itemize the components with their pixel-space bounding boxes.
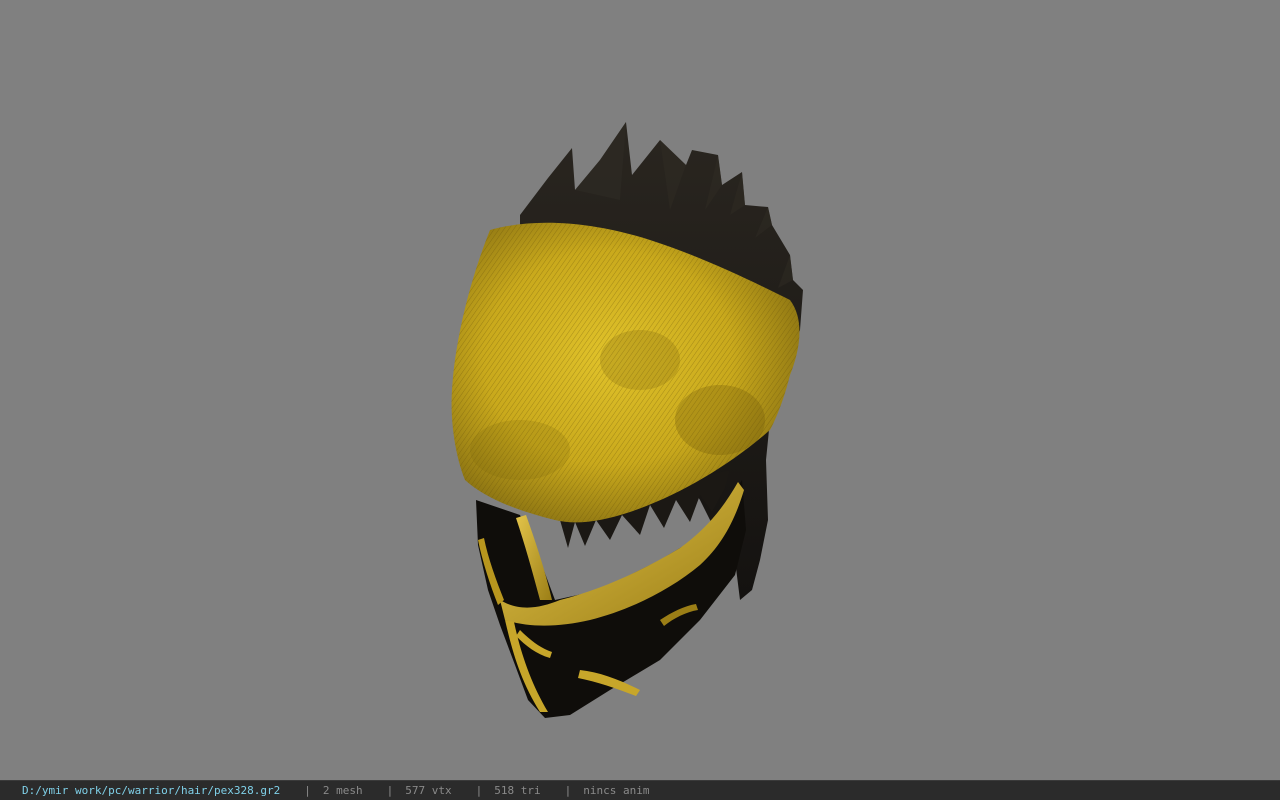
helmet-model[interactable] [0,0,1280,780]
animation-status: nincs anim [583,784,650,797]
vertex-count: 577 vtx [405,784,452,797]
triangle-count: 518 tri [494,784,541,797]
status-bar: D:/ymir work/pc/warrior/hair/pex328.gr2 … [0,780,1280,800]
separator: | [475,784,483,797]
model-viewport[interactable] [0,0,1280,780]
separator: | [564,784,572,797]
file-path: D:/ymir work/pc/warrior/hair/pex328.gr2 [22,784,281,797]
separator: | [304,784,311,797]
separator: | [386,784,394,797]
mesh-count: 2 mesh [322,784,363,797]
